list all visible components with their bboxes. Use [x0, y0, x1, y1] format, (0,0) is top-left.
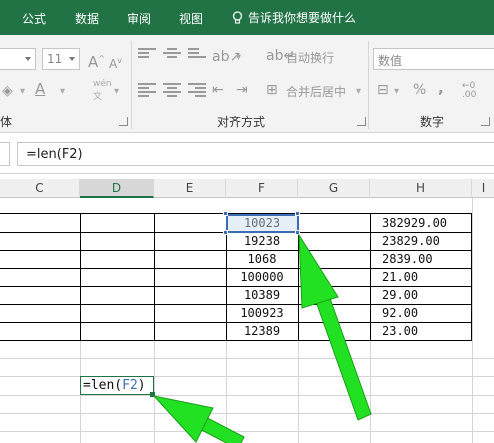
annotation-arrows [152, 233, 372, 443]
arrow-to-edit-cell-icon [152, 395, 245, 443]
arrow-to-f2-icon [298, 233, 372, 421]
